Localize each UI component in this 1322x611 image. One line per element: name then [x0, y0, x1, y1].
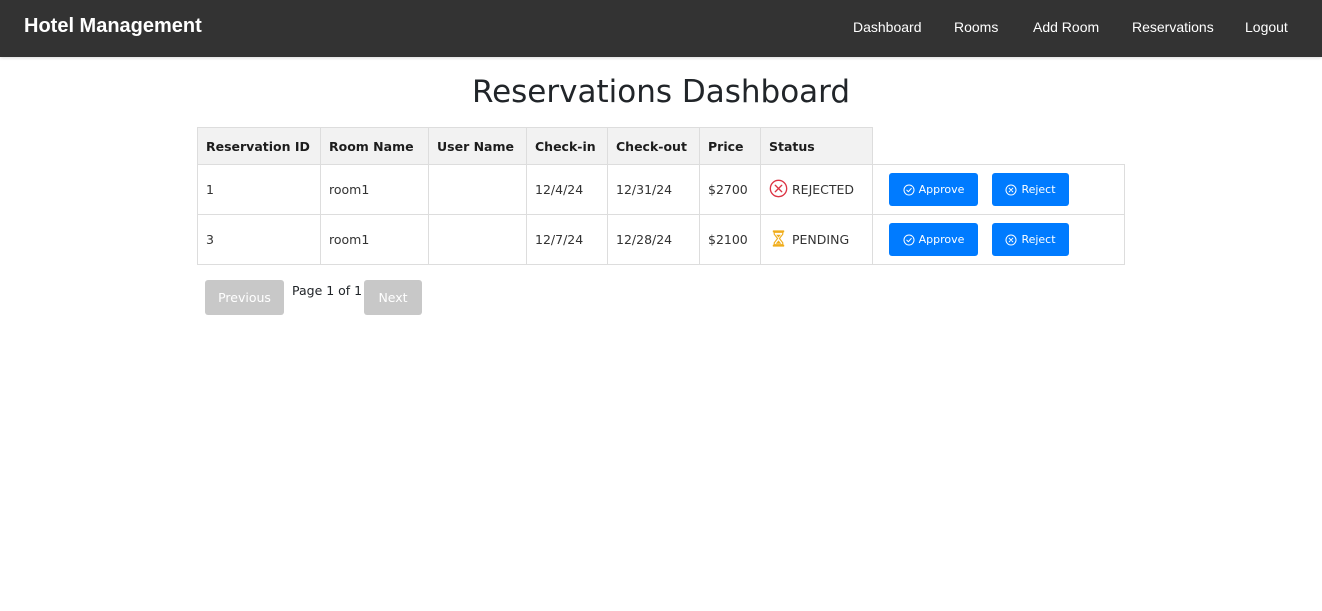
nav-link-reservations[interactable]: Reservations [1132, 19, 1214, 35]
header-check-in: Check-in [526, 127, 608, 165]
approve-label: Approve [918, 233, 965, 246]
cell-status: PENDING [760, 214, 873, 265]
check-circle-icon [903, 183, 915, 196]
header-price: Price [699, 127, 761, 165]
header-user-name: User Name [428, 127, 527, 165]
reject-label: Reject [1021, 233, 1056, 246]
header-check-out: Check-out [607, 127, 700, 165]
nav-link-add-room[interactable]: Add Room [1033, 19, 1099, 35]
nav-link-dashboard[interactable]: Dashboard [853, 19, 922, 35]
previous-button[interactable]: Previous [205, 280, 284, 315]
cell-reservation-id: 3 [197, 214, 321, 265]
nav-link-logout[interactable]: Logout [1245, 19, 1288, 35]
navbar: Hotel Management Dashboard Rooms Add Roo… [0, 0, 1322, 57]
status-text: PENDING [792, 232, 850, 247]
status-text: REJECTED [792, 182, 855, 197]
cell-actions: Approve Reject [872, 214, 1125, 265]
check-circle-icon [903, 233, 915, 246]
x-circle-icon [1005, 183, 1017, 196]
status-badge: REJECTED [769, 179, 854, 201]
cell-room-name: room1 [320, 214, 429, 265]
cell-price: $2700 [699, 164, 761, 215]
x-circle-icon [1005, 233, 1017, 246]
header-status: Status [760, 127, 873, 165]
cell-check-in: 12/4/24 [526, 164, 608, 215]
header-reservation-id: Reservation ID [197, 127, 321, 165]
header-actions [872, 127, 1125, 165]
reject-button[interactable]: Reject [992, 173, 1069, 206]
cell-user-name [428, 214, 527, 265]
hourglass-icon [769, 229, 788, 251]
nav-link-rooms[interactable]: Rooms [954, 19, 998, 35]
approve-label: Approve [918, 183, 965, 196]
reservations-table: Reservation ID Room Name User Name Check… [197, 127, 1125, 265]
table-row: 1 room1 12/4/24 12/31/24 $2700 REJECTED [197, 164, 1125, 215]
approve-button[interactable]: Approve [889, 223, 978, 256]
brand-title: Hotel Management [24, 15, 202, 37]
page-title: Reservations Dashboard [471, 74, 851, 110]
x-circle-icon [769, 179, 788, 201]
cell-check-out: 12/28/24 [607, 214, 700, 265]
page-info: Page 1 of 1 [292, 283, 363, 298]
approve-button[interactable]: Approve [889, 173, 978, 206]
cell-user-name [428, 164, 527, 215]
cell-check-out: 12/31/24 [607, 164, 700, 215]
reject-label: Reject [1021, 183, 1056, 196]
cell-price: $2100 [699, 214, 761, 265]
cell-actions: Approve Reject [872, 164, 1125, 215]
status-badge: PENDING [769, 229, 849, 251]
cell-reservation-id: 1 [197, 164, 321, 215]
reject-button[interactable]: Reject [992, 223, 1069, 256]
cell-room-name: room1 [320, 164, 429, 215]
cell-check-in: 12/7/24 [526, 214, 608, 265]
table-header-row: Reservation ID Room Name User Name Check… [197, 127, 1125, 165]
table-row: 3 room1 12/7/24 12/28/24 $2100 PENDING A… [197, 214, 1125, 265]
header-room-name: Room Name [320, 127, 429, 165]
cell-status: REJECTED [760, 164, 873, 215]
next-button[interactable]: Next [364, 280, 422, 315]
